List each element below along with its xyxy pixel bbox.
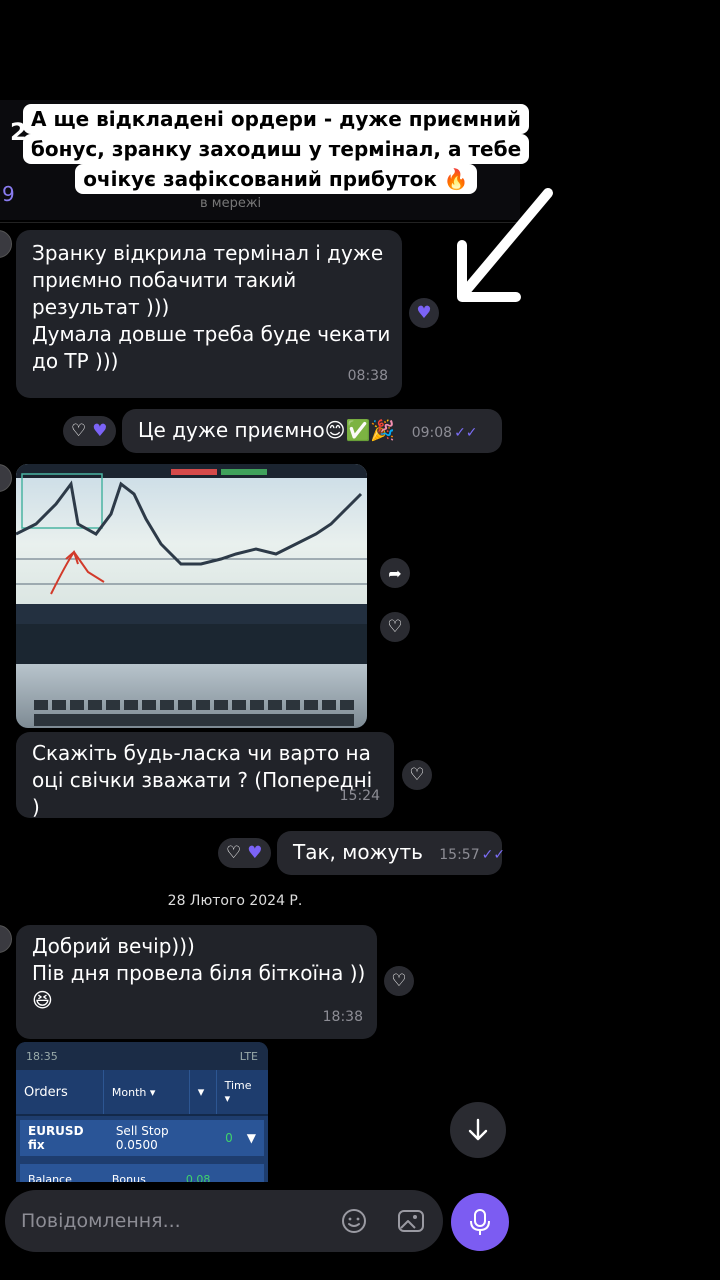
incoming-message[interactable]: Зранку відкрила термінал і дуже приємно …	[16, 230, 402, 398]
incoming-message[interactable]: Скажіть будь-ласка чи варто на оці свічк…	[16, 732, 394, 819]
heart-outline-icon[interactable]: ♡	[380, 612, 410, 642]
preview-balance: Balance	[28, 1172, 72, 1183]
heart-outline-icon[interactable]: ♡	[384, 966, 414, 996]
preview-order-value: 0	[225, 1131, 233, 1145]
preview-tab-arrow: ▾	[190, 1070, 217, 1114]
chart-photo-image	[16, 464, 367, 728]
heart-outline-icon[interactable]: ♡	[71, 422, 86, 440]
message-text: Це дуже приємно😊✅🎉	[138, 418, 396, 442]
preview-bonus: Bonus	[111, 1172, 146, 1183]
message-time: 15:57	[439, 847, 480, 863]
arrow-annotation-icon	[457, 188, 553, 302]
avatar[interactable]	[0, 925, 12, 953]
preview-tab-month: Month ▾	[104, 1070, 190, 1114]
story-caption: А ще відкладені ордери - дуже приємний б…	[22, 104, 530, 194]
online-status: в мережі	[200, 196, 262, 211]
purple-heart-icon: ♥	[247, 842, 263, 863]
preview-status-time: 18:35	[26, 1049, 58, 1063]
emoji-icon[interactable]	[341, 1208, 367, 1234]
read-ticks-icon: ✓✓	[481, 847, 506, 863]
preview-symbol: EURUSD fix	[28, 1124, 84, 1152]
preview-tab-orders: Orders	[16, 1070, 104, 1114]
screenshot-orders-image[interactable]: 18:35 LTE Orders Month ▾ ▾ Time ▾ EURUSD…	[16, 1042, 268, 1182]
message-time: 09:08	[411, 425, 453, 441]
preview-order-type: Sell Stop 0.0500	[115, 1124, 169, 1152]
message-time: 15:24	[339, 788, 380, 804]
outgoing-message[interactable]: Це дуже приємно😊✅🎉 09:08 ✓✓	[122, 409, 502, 453]
date-separator: 28 Лютого 2024 Р.	[167, 893, 303, 909]
arrow-down-icon	[468, 1118, 488, 1141]
reaction-bar[interactable]: ♡ ♥	[218, 838, 271, 868]
message-input-bar[interactable]: Повідомлення...	[5, 1190, 443, 1252]
preview-status-bar: 18:35 LTE	[16, 1042, 268, 1070]
preview-tabs: Orders Month ▾ ▾ Time ▾	[16, 1070, 268, 1116]
purple-heart-icon: ♥	[92, 420, 108, 441]
preview-bonus-value: 0.08	[185, 1172, 211, 1183]
message-time: 18:38	[322, 1009, 363, 1025]
message-text: Зранку відкрила термінал і дуже приємно …	[32, 241, 391, 373]
microphone-button[interactable]	[451, 1193, 509, 1251]
photo-trading-chart[interactable]	[16, 464, 367, 728]
message-text: Добрий вечір))) Пів дня провела біля біт…	[32, 934, 366, 1012]
share-icon[interactable]: ➦	[380, 558, 410, 588]
preview-balance-row: Balance Bonus 0.08	[20, 1164, 264, 1182]
scroll-down-button[interactable]	[450, 1102, 506, 1158]
preview-tab-time: Time ▾	[224, 1079, 252, 1105]
heart-reaction-icon[interactable]: ♥	[409, 298, 439, 328]
message-time: 08:38	[347, 368, 388, 384]
preview-order-row: EURUSD fix Sell Stop 0.0500 0 ▼	[20, 1120, 264, 1156]
unread-count[interactable]: 9	[2, 182, 15, 206]
outgoing-message[interactable]: Так, можуть 15:57 ✓✓	[277, 831, 506, 875]
header-divider	[0, 222, 520, 223]
message-text: Скажіть будь-ласка чи варто на оці свічк…	[32, 741, 379, 819]
avatar[interactable]	[0, 464, 12, 492]
heart-outline-icon[interactable]: ♡	[402, 760, 432, 790]
reaction-bar[interactable]: ♡ ♥	[63, 416, 116, 446]
heart-outline-icon[interactable]: ♡	[226, 844, 241, 862]
preview-status-right: LTE	[239, 1049, 258, 1063]
avatar[interactable]	[0, 230, 12, 258]
microphone-icon	[470, 1209, 490, 1235]
read-ticks-icon: ✓✓	[454, 425, 478, 441]
gallery-icon[interactable]	[397, 1208, 425, 1234]
message-text: Так, можуть	[293, 840, 423, 864]
incoming-message[interactable]: Добрий вечір))) Пів дня провела біля біт…	[16, 925, 377, 1039]
message-input[interactable]: Повідомлення...	[21, 1210, 181, 1232]
